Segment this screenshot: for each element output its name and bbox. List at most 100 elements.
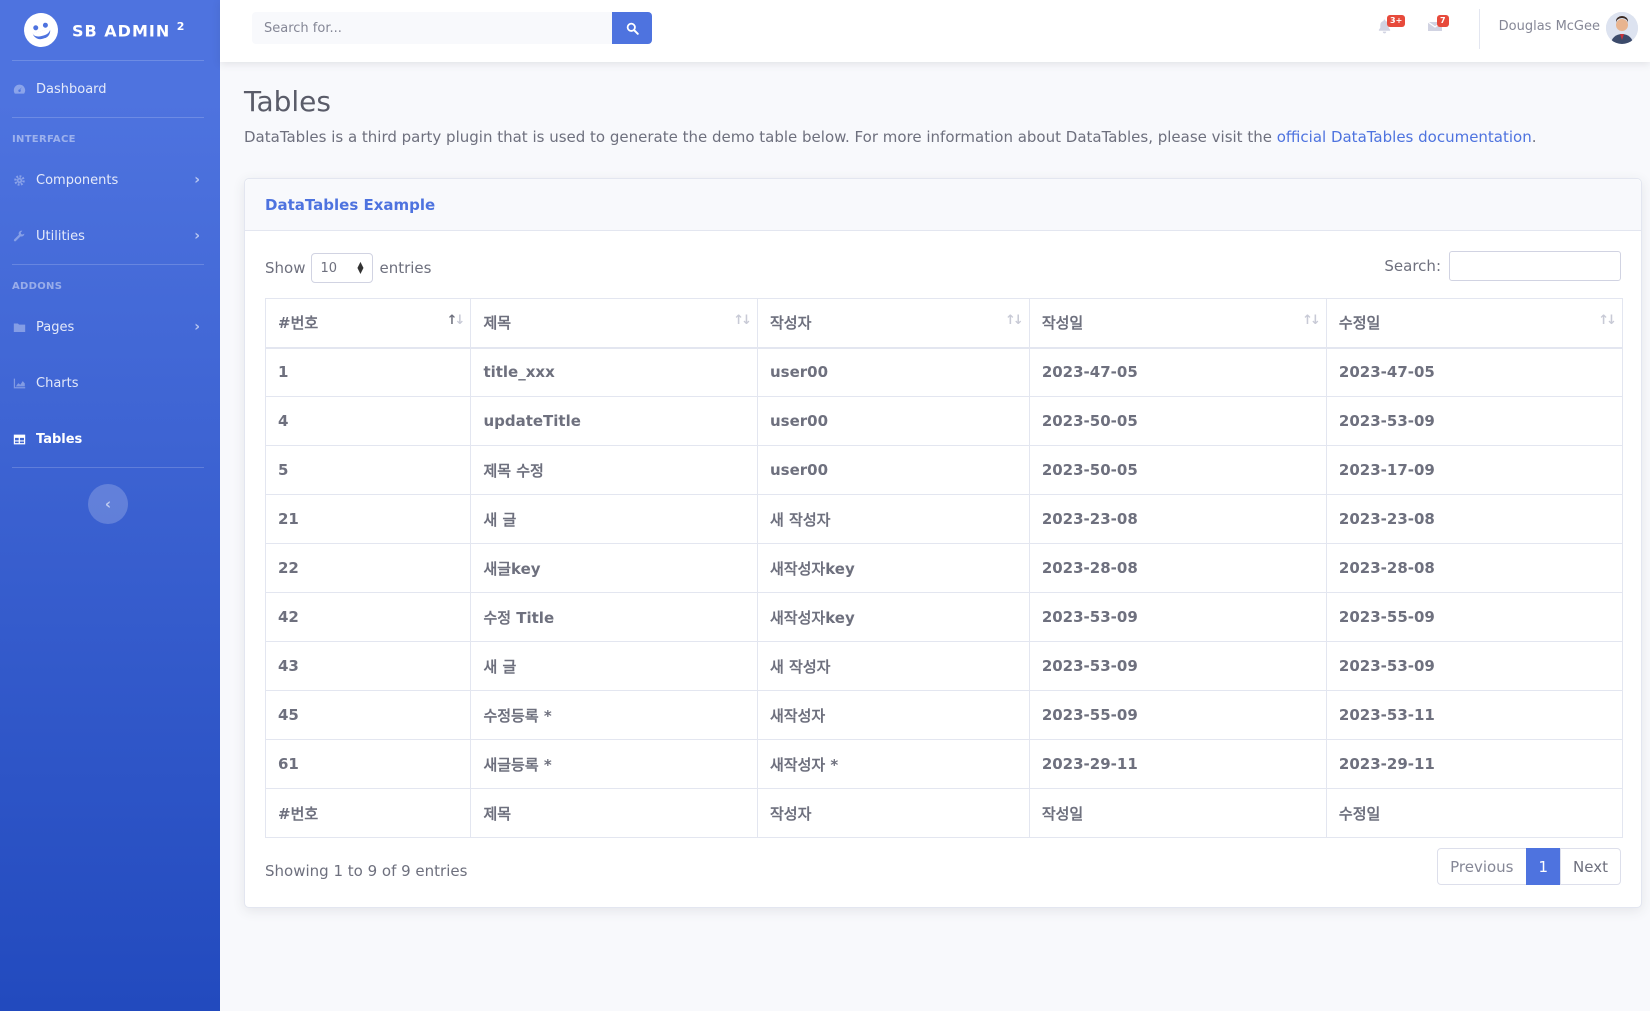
table-cell: 43 bbox=[264, 641, 472, 691]
user-name[interactable]: Douglas McGee bbox=[1499, 19, 1600, 34]
sidebar-toggle-button[interactable]: ‹ bbox=[88, 484, 128, 524]
table-cell: user00 bbox=[757, 445, 1030, 495]
table-cell: 2023-28-08 bbox=[1028, 543, 1327, 593]
column-header-label: 작성자 bbox=[770, 314, 812, 333]
entries-length: Show 10 ▲ ▼ entries bbox=[265, 253, 431, 283]
sidebar-item-components[interactable]: Components › bbox=[0, 152, 220, 208]
chevron-right-icon: › bbox=[194, 228, 200, 244]
main-content: Tables DataTables is a third party plugi… bbox=[244, 62, 1642, 908]
table-cell: 2023-53-11 bbox=[1325, 690, 1624, 740]
column-header[interactable]: 작성자 ↑↓ bbox=[757, 298, 1030, 349]
table-cell: 수정등록 * bbox=[470, 690, 758, 740]
sidebar-heading-interface: Interface bbox=[12, 134, 76, 145]
table-cell: 2023-53-09 bbox=[1325, 641, 1624, 691]
table-cell: 2023-23-08 bbox=[1325, 494, 1624, 544]
table-row[interactable]: 5 제목 수정 user00 2023-50-05 2023-17-09 bbox=[264, 445, 1624, 495]
table-cell: 2023-55-09 bbox=[1028, 690, 1327, 740]
sidebar-item-label: Dashboard bbox=[36, 81, 107, 97]
topbar: 3+ 7 Douglas McGee bbox=[220, 0, 1650, 62]
chevron-right-icon: › bbox=[194, 319, 200, 335]
table-cell: 2023-53-09 bbox=[1028, 641, 1327, 691]
sidebar-item-label: Charts bbox=[36, 375, 79, 391]
table-cell: 새작성자key bbox=[757, 592, 1030, 642]
next-page-button[interactable]: Next bbox=[1560, 848, 1621, 885]
datatable-card: DataTables Example Show 10 ▲ ▼ entries Se… bbox=[244, 178, 1642, 908]
messages-badge: 7 bbox=[1437, 15, 1449, 27]
table-cell: 22 bbox=[264, 543, 472, 593]
table-controls: Show 10 ▲ ▼ entries Search: bbox=[245, 231, 1641, 297]
table-cell: user00 bbox=[757, 347, 1030, 397]
column-header[interactable]: 수정일 ↑↓ bbox=[1325, 298, 1624, 349]
table-cell: 42 bbox=[264, 592, 472, 642]
sidebar: SB ADMIN 2 Dashboard Interface Component… bbox=[0, 0, 220, 1011]
chart-area-icon bbox=[12, 376, 26, 390]
sort-icon: ↑↓ bbox=[733, 313, 752, 328]
table-cell: 새글등록 * bbox=[470, 739, 758, 789]
table-cell: 새작성자 bbox=[757, 690, 1030, 740]
column-footer: 작성일 bbox=[1028, 788, 1327, 838]
table-cell: 새 작성자 bbox=[757, 641, 1030, 691]
previous-page-button[interactable]: Previous bbox=[1437, 848, 1527, 885]
chevron-right-icon: › bbox=[194, 172, 200, 188]
table-cell: 5 bbox=[264, 445, 472, 495]
avatar[interactable] bbox=[1606, 12, 1638, 44]
sort-icon: ↑↓ bbox=[446, 313, 466, 328]
table-info: Showing 1 to 9 of 9 entries bbox=[265, 862, 468, 880]
table-cell: 제목 수정 bbox=[470, 445, 758, 495]
sidebar-item-label: Tables bbox=[36, 431, 83, 447]
table-row[interactable]: 43 새 글새 작성자 2023-53-09 2023-53-09 bbox=[264, 641, 1624, 691]
sidebar-item-pages[interactable]: Pages › bbox=[0, 299, 220, 355]
sort-icon: ↑↓ bbox=[1302, 313, 1321, 328]
datatables-docs-link[interactable]: official DataTables documentation bbox=[1277, 128, 1532, 146]
sidebar-item-utilities[interactable]: Utilities › bbox=[0, 208, 220, 264]
table-cell: 21 bbox=[264, 494, 472, 544]
table-row[interactable]: 61 새글등록 * 새작성자 * 2023-29-11 2023-29-11 bbox=[264, 739, 1624, 789]
filter-label: Search: bbox=[1384, 257, 1441, 275]
page-description: DataTables is a third party plugin that … bbox=[244, 128, 1537, 146]
table-row[interactable]: 21 새 글새 작성자 2023-23-08 2023-23-08 bbox=[264, 494, 1624, 544]
table-cell: 2023-23-08 bbox=[1028, 494, 1327, 544]
entries-select[interactable]: 10 ▲ ▼ bbox=[311, 253, 374, 283]
search-input[interactable] bbox=[252, 12, 612, 44]
card-title: DataTables Example bbox=[245, 179, 1641, 231]
page-1-button[interactable]: 1 bbox=[1525, 848, 1562, 885]
table-header-row: #번호 ↑↓ 제목 ↑↓ 작성자 ↑↓ 작성일 ↑↓ 수정일 ↑↓ bbox=[264, 298, 1624, 349]
search-button[interactable] bbox=[612, 12, 652, 44]
column-header[interactable]: #번호 ↑↓ bbox=[264, 298, 472, 349]
table-search-input[interactable] bbox=[1449, 251, 1621, 281]
tachometer-icon bbox=[12, 82, 26, 96]
data-table: #번호 ↑↓ 제목 ↑↓ 작성자 ↑↓ 작성일 ↑↓ 수정일 ↑↓ 1 title_xxx user0… bbox=[264, 298, 1624, 838]
table-cell: 새 작성자 bbox=[757, 494, 1030, 544]
sidebar-item-charts[interactable]: Charts bbox=[0, 355, 220, 411]
chevron-left-icon: ‹ bbox=[104, 495, 112, 513]
topbar-search bbox=[252, 12, 652, 44]
table-cell: 4 bbox=[264, 396, 472, 446]
table-cell: 수정 Title bbox=[470, 592, 758, 642]
column-footer: #번호 bbox=[264, 788, 472, 838]
table-row[interactable]: 22 새글key 새작성자key 2023-28-08 2023-28-08 bbox=[264, 543, 1624, 593]
table-row[interactable]: 1 title_xxx user00 2023-47-05 2023-47-05 bbox=[264, 347, 1624, 397]
sidebar-brand[interactable]: SB ADMIN 2 bbox=[0, 0, 220, 60]
column-footer: 제목 bbox=[470, 788, 758, 838]
sort-icon: ↑↓ bbox=[1005, 313, 1024, 328]
table-cell: 2023-53-09 bbox=[1325, 396, 1624, 446]
sidebar-item-tables[interactable]: Tables bbox=[0, 411, 220, 467]
messages-button[interactable]: 7 bbox=[1427, 15, 1449, 38]
sidebar-item-dashboard[interactable]: Dashboard bbox=[0, 61, 220, 117]
table-cell: 2023-50-05 bbox=[1028, 396, 1327, 446]
table-row[interactable]: 42 수정 Title 새작성자key 2023-53-09 2023-55-09 bbox=[264, 592, 1624, 642]
table-cell: 새작성자 * bbox=[757, 739, 1030, 789]
column-footer: 수정일 bbox=[1325, 788, 1624, 838]
search-icon bbox=[626, 22, 639, 35]
table-row[interactable]: 4 updateTitle user00 2023-50-05 2023-53-09 bbox=[264, 396, 1624, 446]
laugh-wink-icon bbox=[20, 9, 62, 51]
column-header[interactable]: 제목 ↑↓ bbox=[470, 298, 758, 349]
table-row[interactable]: 45 수정등록 * 새작성자 2023-55-09 2023-53-11 bbox=[264, 690, 1624, 740]
column-header-label: 수정일 bbox=[1338, 314, 1381, 333]
column-header[interactable]: 작성일 ↑↓ bbox=[1028, 298, 1327, 349]
alerts-button[interactable]: 3+ bbox=[1377, 15, 1406, 38]
table-cell: 2023-50-05 bbox=[1028, 445, 1327, 495]
sidebar-item-label: Pages bbox=[36, 319, 75, 335]
entries-label: entries bbox=[379, 259, 432, 277]
sidebar-heading-addons: Addons bbox=[12, 281, 63, 292]
